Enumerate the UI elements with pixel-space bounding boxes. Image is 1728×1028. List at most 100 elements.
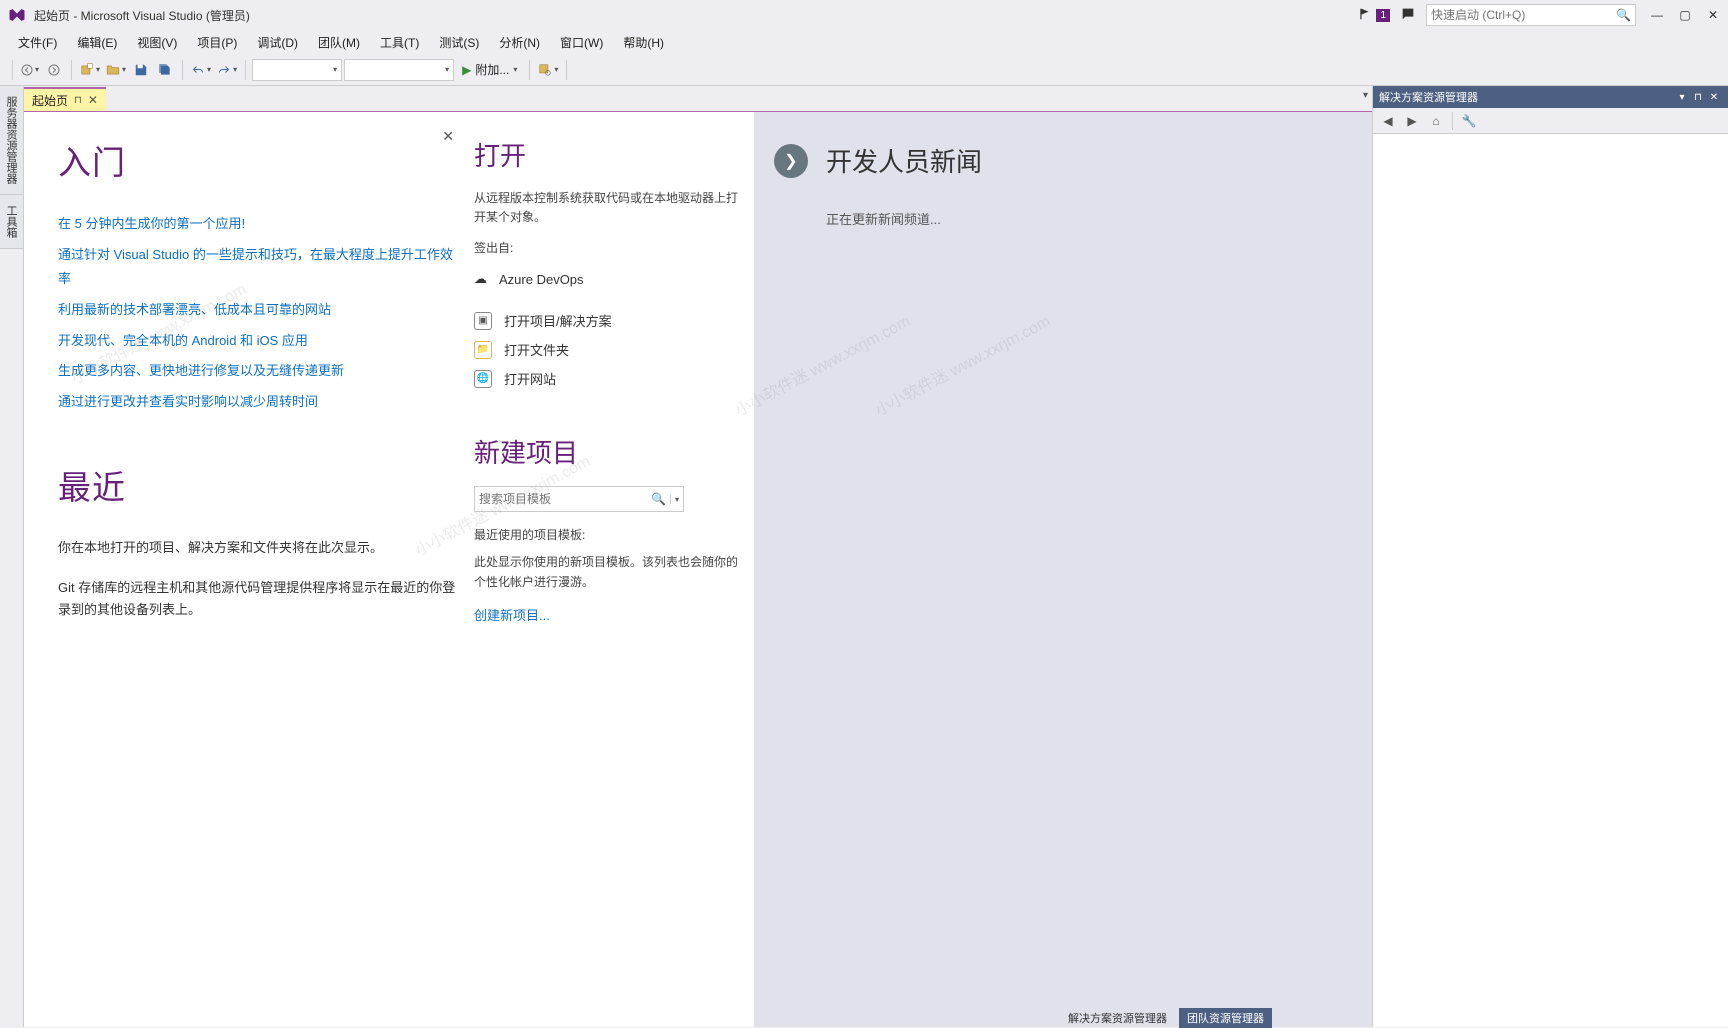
flag-icon	[1358, 7, 1372, 24]
new-project-heading: 新建项目	[474, 433, 740, 470]
home-icon[interactable]: ⌂	[1425, 110, 1447, 132]
start-debug-button[interactable]: ▶ 附加... ▾	[456, 61, 523, 78]
gs-link-5[interactable]: 通过进行更改并查看实时影响以减少周转时间	[58, 390, 460, 415]
play-icon: ▶	[462, 63, 471, 77]
close-getting-started-icon[interactable]: ✕	[442, 128, 454, 145]
template-search[interactable]: 🔍 ▾	[474, 486, 684, 512]
developer-news-panel: ❯ 开发人员新闻 正在更新新闻频道... 小小软件迷 www.xxrjm.com…	[754, 112, 1372, 1027]
new-project-button[interactable]	[78, 59, 102, 81]
redo-button[interactable]	[215, 59, 239, 81]
panel-title: 解决方案资源管理器	[1379, 89, 1478, 105]
gs-link-2[interactable]: 利用最新的技术部署漂亮、低成本且可靠的网站	[58, 298, 460, 323]
feedback-icon[interactable]	[1400, 6, 1416, 25]
toolbox-tab[interactable]: 工具箱	[0, 195, 23, 249]
news-heading: 开发人员新闻	[826, 142, 982, 179]
menu-tools[interactable]: 工具(T)	[370, 31, 429, 54]
open-file-button[interactable]	[104, 59, 128, 81]
menu-analyze[interactable]: 分析(N)	[489, 31, 550, 54]
panel-dropdown-icon[interactable]: ▾	[1674, 92, 1690, 103]
gs-link-0[interactable]: 在 5 分钟内生成你的第一个应用!	[58, 212, 460, 237]
open-project-item[interactable]: ▣ 打开项目/解决方案	[474, 306, 740, 335]
menu-team[interactable]: 团队(M)	[308, 31, 370, 54]
left-tool-tabs: 服务器资源管理器 工具箱	[0, 86, 24, 1027]
menu-window[interactable]: 窗口(W)	[550, 31, 613, 54]
recent-text-1: 你在本地打开的项目、解决方案和文件夹将在此次显示。	[58, 537, 460, 559]
server-explorer-tab[interactable]: 服务器资源管理器	[0, 86, 23, 195]
news-loading-text: 正在更新新闻频道...	[774, 209, 1352, 228]
undo-button[interactable]	[189, 59, 213, 81]
save-button[interactable]	[130, 59, 152, 81]
recent-heading: 最近	[58, 461, 460, 509]
menu-test[interactable]: 测试(S)	[429, 31, 489, 54]
toolbar: ▶ 附加... ▾	[0, 54, 1728, 86]
solution-explorer-panel: 解决方案资源管理器 ▾ ⊓ ✕ ◀ ▶ ⌂ 🔧	[1372, 86, 1728, 1027]
azure-devops-item[interactable]: ☁ Azure DevOps	[474, 266, 740, 292]
panel-pin-icon[interactable]: ⊓	[1690, 92, 1706, 103]
menu-debug[interactable]: 调试(D)	[247, 31, 308, 54]
project-icon: ▣	[474, 312, 492, 330]
notification-area[interactable]: 1	[1358, 7, 1390, 24]
news-collapse-button[interactable]: ❯	[774, 144, 808, 178]
vs-logo-icon	[8, 6, 26, 24]
checkout-label: 签出自:	[474, 239, 740, 256]
panel-close-icon[interactable]: ✕	[1706, 92, 1722, 103]
cloud-icon: ☁	[474, 271, 487, 287]
open-website-label: 打开网站	[504, 369, 556, 388]
bottom-tab-strip: 解决方案资源管理器 团队资源管理器	[1060, 1009, 1718, 1027]
create-new-project-link[interactable]: 创建新项目...	[474, 604, 740, 629]
gs-link-3[interactable]: 开发现代、完全本机的 Android 和 iOS 应用	[58, 329, 460, 354]
tab-overflow-icon[interactable]: ▾	[1363, 90, 1368, 101]
nav-forward-button[interactable]	[43, 59, 65, 81]
menu-view[interactable]: 视图(V)	[127, 31, 187, 54]
open-heading: 打开	[474, 136, 740, 173]
bottom-tab-solution[interactable]: 解决方案资源管理器	[1060, 1008, 1175, 1028]
azure-label: Azure DevOps	[499, 272, 584, 287]
open-folder-label: 打开文件夹	[504, 340, 569, 359]
folder-icon: 📁	[474, 341, 492, 359]
solution-platform-combo[interactable]	[344, 59, 454, 81]
start-page-tab[interactable]: 起始页 ⊓ ✕	[24, 87, 106, 111]
bottom-tab-team[interactable]: 团队资源管理器	[1179, 1008, 1272, 1028]
open-website-item[interactable]: 🌐 打开网站	[474, 364, 740, 393]
menu-edit[interactable]: 编辑(E)	[67, 31, 127, 54]
template-search-input[interactable]	[479, 492, 651, 506]
forward-icon[interactable]: ▶	[1401, 110, 1423, 132]
find-button[interactable]	[536, 59, 560, 81]
watermark: 小小软件迷 www.xxrjm.com	[870, 307, 1054, 420]
recent-templates-text: 此处显示你使用的新项目模板。该列表也会随你的个性化帐户进行漫游。	[474, 553, 740, 591]
solution-config-combo[interactable]	[252, 59, 342, 81]
notification-badge: 1	[1376, 9, 1390, 22]
menu-file[interactable]: 文件(F)	[8, 31, 67, 54]
open-project-label: 打开项目/解决方案	[504, 311, 612, 330]
save-all-button[interactable]	[154, 59, 176, 81]
quick-launch-input[interactable]	[1431, 8, 1616, 22]
nav-back-button[interactable]	[19, 59, 41, 81]
search-icon[interactable]: 🔍	[651, 492, 666, 506]
back-icon[interactable]: ◀	[1377, 110, 1399, 132]
window-title: 起始页 - Microsoft Visual Studio (管理员)	[34, 7, 250, 24]
search-dropdown-icon[interactable]: ▾	[670, 495, 679, 504]
solution-explorer-body	[1373, 134, 1728, 1027]
search-icon: 🔍	[1616, 8, 1631, 22]
menu-project[interactable]: 项目(P)	[187, 31, 247, 54]
tab-close-icon[interactable]: ✕	[88, 93, 98, 107]
close-button[interactable]: ✕	[1706, 8, 1720, 22]
watermark: 小小软件迷 www.xxrjm.com	[730, 307, 914, 420]
quick-launch[interactable]: 🔍	[1426, 4, 1636, 26]
gs-link-4[interactable]: 生成更多内容、更快地进行修复以及无缝传递更新	[58, 359, 460, 384]
minimize-button[interactable]: —	[1650, 8, 1664, 22]
start-label: 附加...	[475, 61, 509, 78]
pin-icon[interactable]: ⊓	[74, 95, 82, 106]
gs-link-1[interactable]: 通过针对 Visual Studio 的一些提示和技巧，在最大程度上提升工作效率	[58, 243, 460, 292]
recent-templates-label: 最近使用的项目模板:	[474, 526, 740, 543]
maximize-button[interactable]: ▢	[1678, 8, 1692, 22]
titlebar: 起始页 - Microsoft Visual Studio (管理员) 1 🔍 …	[0, 0, 1728, 30]
recent-text-2: Git 存储库的远程主机和其他源代码管理提供程序将显示在最近的你登录到的其他设备…	[58, 577, 460, 621]
solution-explorer-toolbar: ◀ ▶ ⌂ 🔧	[1373, 108, 1728, 134]
globe-icon: 🌐	[474, 370, 492, 388]
open-folder-item[interactable]: 📁 打开文件夹	[474, 335, 740, 364]
properties-icon[interactable]: 🔧	[1458, 110, 1480, 132]
solution-explorer-header[interactable]: 解决方案资源管理器 ▾ ⊓ ✕	[1373, 86, 1728, 108]
getting-started-heading: 入门	[58, 136, 460, 184]
menu-help[interactable]: 帮助(H)	[613, 31, 674, 54]
